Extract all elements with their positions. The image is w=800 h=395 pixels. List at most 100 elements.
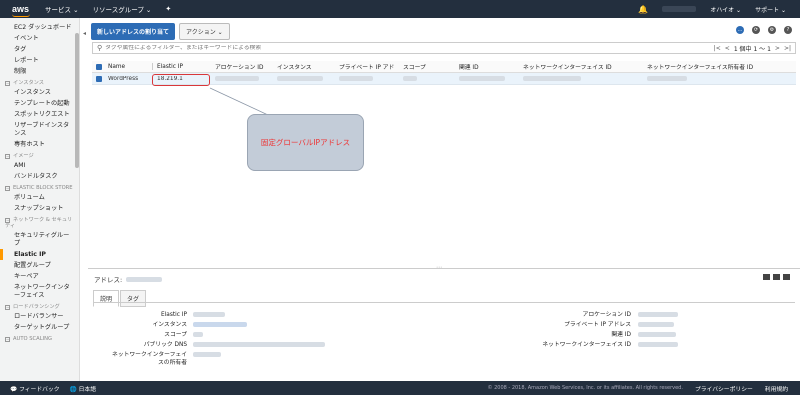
collapse-icon: − [5, 154, 10, 159]
sidebar-item-network-interfaces[interactable]: ネットワークインターフェイス [0, 282, 74, 301]
cell-scope-redacted [403, 75, 417, 81]
details-right-column: アロケーション ID プライベート IP アドレス 関連 ID ネットワークイン… [433, 311, 793, 371]
value-owner-redacted [193, 352, 221, 357]
details-body: Elastic IP インスタンス スコープ パブリック DNS ネットワークイ… [93, 302, 795, 366]
first-page-icon[interactable]: |< [714, 45, 721, 52]
gear-icon[interactable]: ⚙ [768, 26, 776, 34]
refresh-icon[interactable]: ⟳ [752, 26, 760, 34]
value-association-id-redacted [638, 332, 676, 337]
value-network-interface-id-redacted [638, 342, 678, 347]
col-network-interface-id[interactable]: ネットワークインターフェイス ID [523, 62, 647, 71]
help-icon[interactable]: ? [784, 26, 792, 34]
sidebar-item-key-pairs[interactable]: キーペア [0, 271, 74, 282]
col-network-interface-owner[interactable]: ネットワークインターフェイス所有者 ID [647, 62, 787, 71]
sidebar-item-tags[interactable]: タグ [0, 44, 74, 55]
pagination: |< < 1 個中 1 ～ 1 > >| [714, 44, 791, 53]
label-allocation-id: アロケーション ID [582, 312, 631, 318]
cell-association-id-redacted [459, 75, 505, 81]
sidebar-item-dedicated-hosts[interactable]: 専有ホスト [0, 139, 74, 150]
label-network-interface-owner: ネットワークインターフェイスの所有者 [111, 352, 187, 366]
sidebar-item-snapshots[interactable]: スナップショット [0, 203, 74, 214]
cell-owner-redacted [647, 75, 687, 81]
search-icon: ⚲ [97, 44, 103, 52]
sidebar-item-placement-groups[interactable]: 配置グループ [0, 260, 74, 271]
sidebar-section-instances[interactable]: − インスタンス [0, 77, 74, 87]
collapse-icon: − [5, 305, 10, 310]
value-private-ip-redacted [638, 322, 674, 327]
layout-split-icon[interactable] [773, 274, 780, 280]
layout-toggle-icons [763, 274, 790, 280]
prev-page-icon[interactable]: < [725, 45, 730, 52]
value-elastic-ip-redacted [193, 312, 225, 317]
account-menu-redacted[interactable] [662, 6, 697, 12]
details-address-label: アドレス: [94, 276, 123, 284]
pane-splitter[interactable] [88, 268, 800, 269]
sidebar-item-bundle-tasks[interactable]: バンドルタスク [0, 171, 74, 182]
layout-bottom-icon[interactable] [783, 274, 790, 280]
value-instance-redacted[interactable] [193, 322, 247, 327]
col-allocation-id[interactable]: アロケーション ID [215, 62, 277, 71]
allocate-new-address-button[interactable]: 新しいアドレスの割り当て [91, 23, 176, 40]
next-page-icon[interactable]: > [775, 45, 780, 52]
label-instance: インスタンス [152, 322, 187, 328]
resource-groups-menu[interactable]: リソースグループ ⌄ [93, 4, 152, 14]
footer: 💬 フィードバック 🌐 日本語 © 2008 - 2018, Amazon We… [0, 381, 800, 395]
column-separator [152, 63, 153, 70]
details-header: アドレス: [94, 274, 163, 284]
terms-link[interactable]: 利用規約 [765, 384, 788, 393]
last-page-icon[interactable]: >| [784, 45, 791, 52]
sidebar-section-images[interactable]: − イメージ [0, 150, 74, 160]
sidebar-section-network-security[interactable]: − ネットワーク & セキュリティ [0, 214, 74, 230]
sidebar-item-limits[interactable]: 制限 [0, 66, 74, 77]
select-all-checkbox[interactable] [96, 63, 102, 70]
sidebar-item-events[interactable]: イベント [0, 33, 74, 44]
row-checkbox[interactable] [96, 75, 102, 82]
sidebar-item-reports[interactable]: レポート [0, 55, 74, 66]
col-private-ip[interactable]: プライベート IP アド [339, 62, 403, 71]
col-scope[interactable]: スコープ [403, 62, 459, 71]
sidebar-section-load-balancing[interactable]: − ロードバランシング [0, 301, 74, 311]
sidebar-item-elastic-ip[interactable]: Elastic IP [0, 249, 74, 260]
col-association-id[interactable]: 関連 ID [459, 62, 523, 71]
collapse-icon: − [5, 81, 10, 86]
details-pane: アドレス: 説明 タグ Elastic IP インスタンス スコープ パブリック… [88, 270, 800, 381]
sidebar-item-instances[interactable]: インスタンス [0, 87, 74, 98]
sidebar-section-ebs[interactable]: − ELASTIC BLOCK STORE [0, 182, 74, 192]
sidebar-section-auto-scaling[interactable]: − AUTO SCALING [0, 333, 74, 343]
layout-full-icon[interactable] [763, 274, 770, 280]
sidebar-item-reserved-instances[interactable]: リザーブドインスタンス [0, 120, 74, 139]
label-scope: スコープ [164, 332, 187, 338]
label-public-dns: パブリック DNS [143, 342, 187, 348]
cell-name: WordPress [108, 75, 139, 82]
chat-icon[interactable]: … [736, 26, 744, 34]
language-selector[interactable]: 🌐 日本語 [70, 384, 96, 393]
privacy-policy-link[interactable]: プライバシーポリシー [695, 384, 753, 393]
bell-icon[interactable]: 🔔 [638, 5, 648, 14]
details-address-redacted [126, 276, 163, 282]
region-menu[interactable]: オハイオ ⌄ [710, 5, 741, 14]
sidebar-item-security-groups[interactable]: セキュリティグループ [0, 230, 74, 249]
feedback-link[interactable]: 💬 フィードバック [10, 384, 60, 393]
aws-logo[interactable]: aws [12, 4, 31, 17]
col-instance[interactable]: インスタンス [277, 62, 339, 71]
collapse-sidebar-icon[interactable]: ◂ [83, 30, 86, 37]
sidebar-item-launch-templates[interactable]: テンプレートの起動 [0, 98, 74, 109]
col-elastic-ip[interactable]: Elastic IP [157, 64, 215, 70]
sidebar-item-load-balancers[interactable]: ロードバランサー [0, 311, 74, 322]
value-public-dns-redacted [193, 342, 325, 347]
toolbar: 新しいアドレスの割り当て アクション ⌄ [91, 23, 230, 40]
sidebar-item-spot-requests[interactable]: スポットリクエスト [0, 109, 74, 120]
sidebar-scrollbar[interactable] [75, 33, 79, 168]
sidebar-item-ami[interactable]: AMI [0, 160, 74, 171]
services-menu[interactable]: サービス ⌄ [45, 4, 79, 14]
actions-dropdown[interactable]: アクション ⌄ [179, 23, 230, 40]
sidebar-item-dashboard[interactable]: EC2 ダッシュボード [0, 22, 74, 33]
pin-icon[interactable]: ✦ [165, 5, 171, 13]
sidebar-item-volumes[interactable]: ボリューム [0, 192, 74, 203]
search-input[interactable] [105, 45, 586, 51]
collapse-icon: − [5, 337, 10, 342]
sidebar-item-target-groups[interactable]: ターゲットグループ [0, 322, 74, 333]
support-menu[interactable]: サポート ⌄ [755, 5, 786, 14]
toolbar-icons: … ⟳ ⚙ ? [736, 26, 792, 34]
col-name[interactable]: Name [108, 64, 152, 70]
